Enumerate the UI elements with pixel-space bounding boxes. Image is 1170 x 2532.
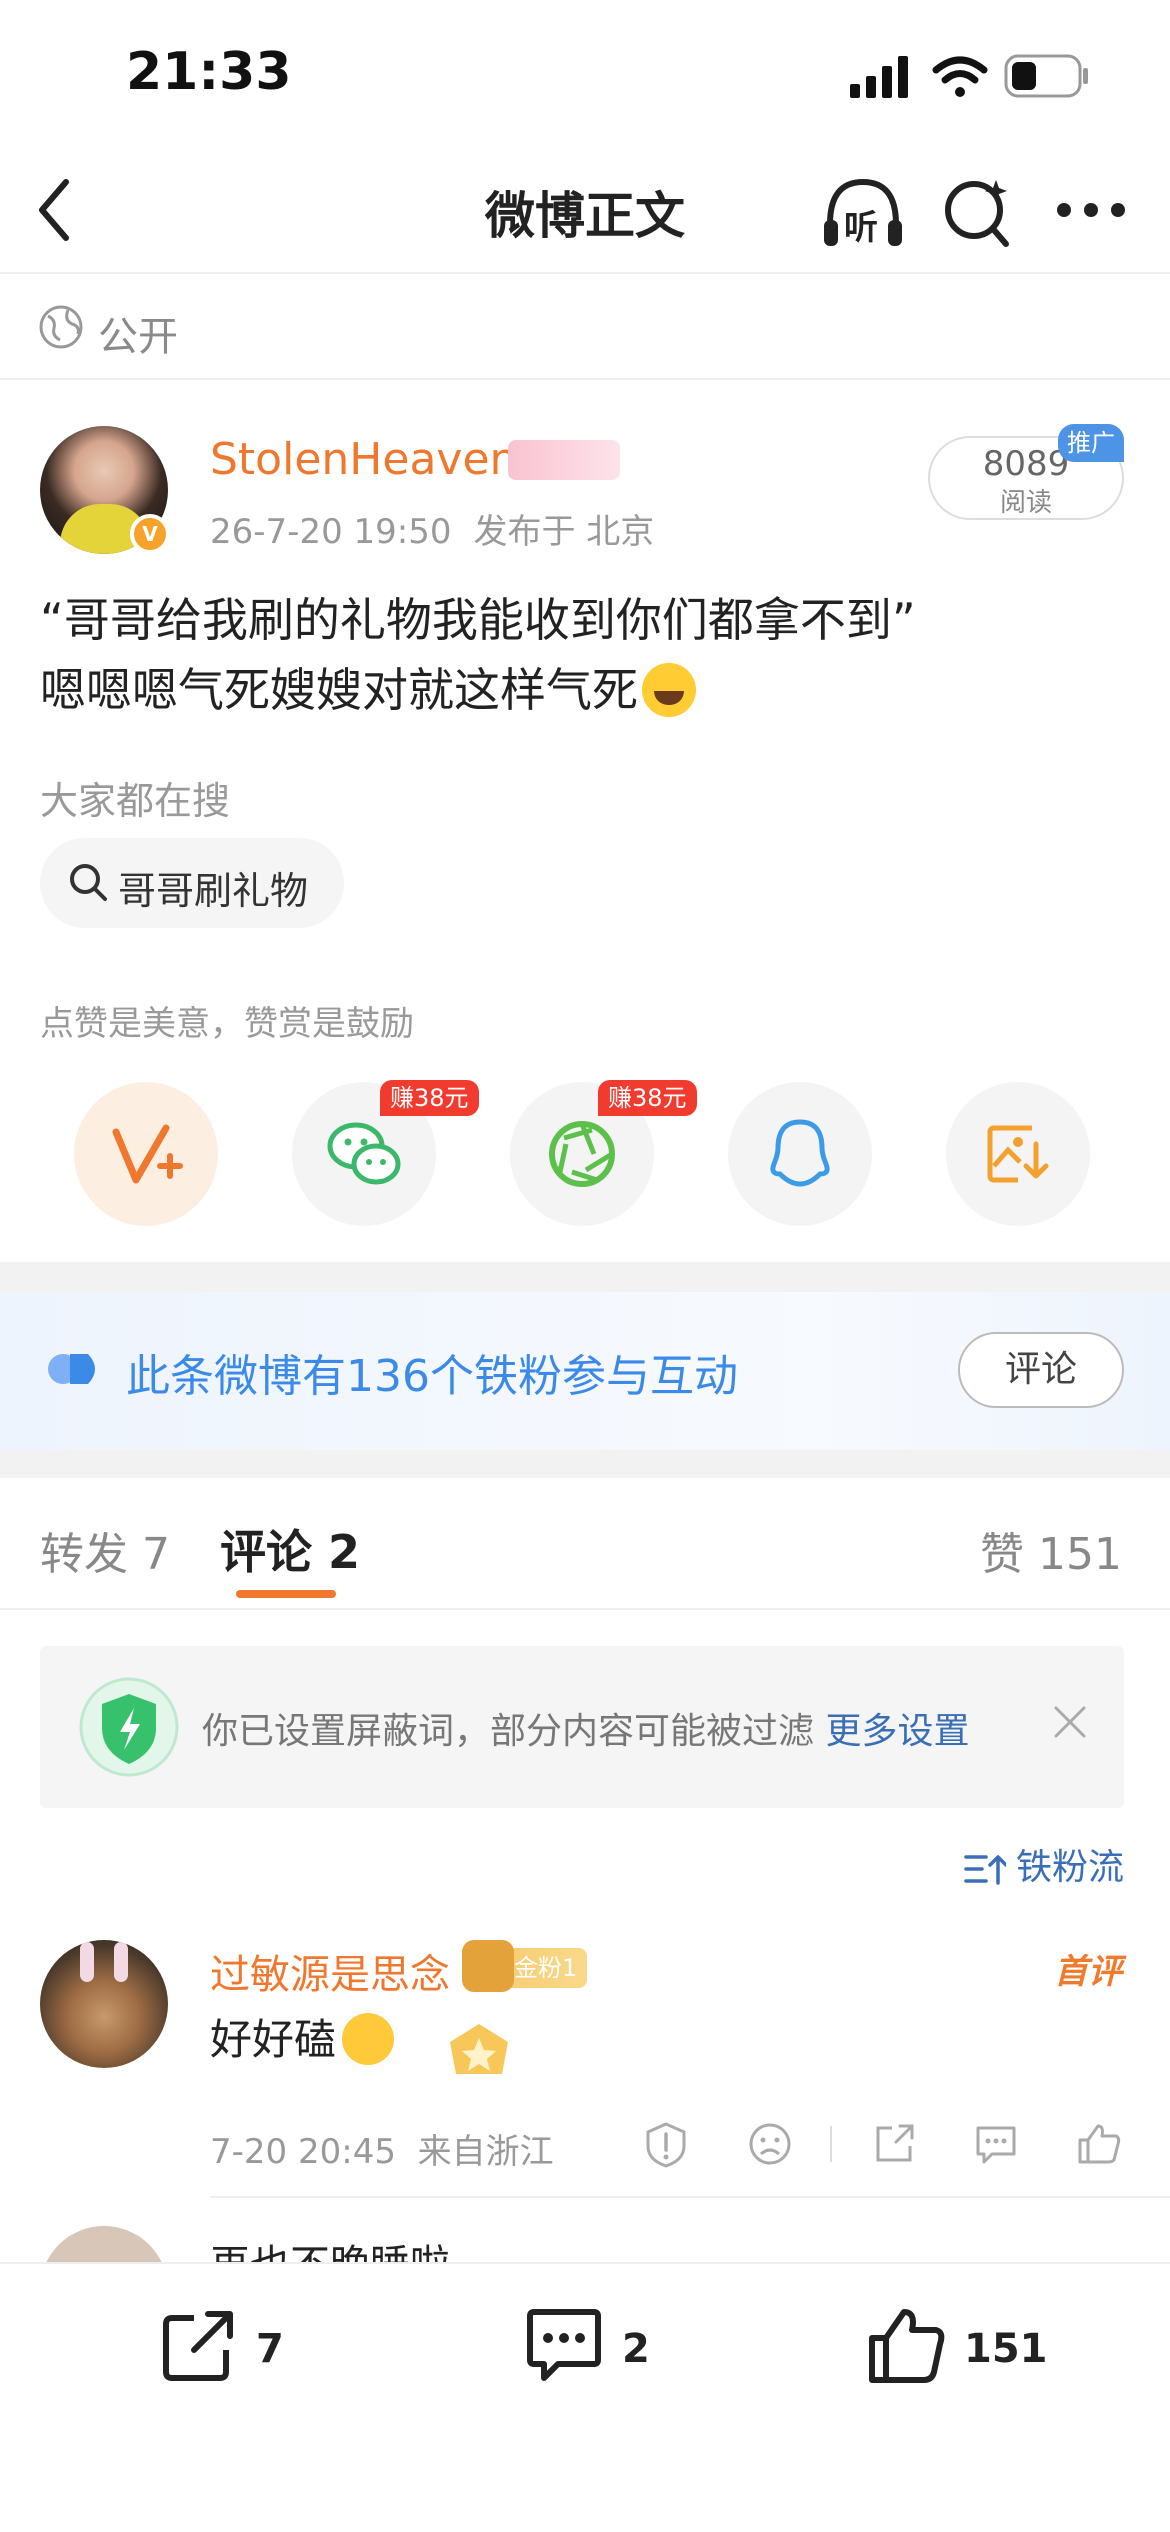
repost-count: 7 [256,2326,284,2372]
more-icon[interactable] [1056,202,1126,218]
filter-notice: 你已设置屏蔽词，部分内容可能被过滤 更多设置 [40,1646,1124,1808]
tab-repost[interactable]: 转发 7 [40,1518,170,1582]
thumbs-up-icon [869,2309,945,2383]
shy-emoji-icon [342,2012,395,2065]
share-qq-button[interactable] [728,1082,872,1226]
comment-count: 2 [622,2326,650,2372]
search-icon [70,864,107,901]
shield-icon [79,1677,179,1777]
sort-label: 铁粉流 [1015,1847,1124,1888]
visibility-row: 公开 [0,276,1170,380]
status-bar: 21:33 [0,0,1170,150]
post-text-line-2-text: 嗯嗯嗯气死嫂嫂对就这样气死 [40,663,638,717]
post-text-line-2: 嗯嗯嗯气死嫂嫂对就这样气死 [40,654,696,721]
fans-banner-text: 此条微博有136个铁粉参与互动 [126,1351,738,1402]
like-hint: 点赞是美意，赞赏是鼓励 [40,1004,414,1044]
comment-location: 来自浙江 [417,2132,554,2172]
moments-aperture-icon [549,1121,615,1187]
tab-comment[interactable]: 评论 2 [220,1516,360,1582]
like-icon[interactable] [1074,2120,1122,2168]
section-divider [0,1262,1170,1292]
comment-meta: 7-20 20:45 来自浙江 [210,2124,554,2173]
filter-notice-text: 你已设置屏蔽词，部分内容可能被过滤 更多设置 [202,1702,969,1754]
hot-search-chip[interactable]: 哥哥刷礼物 [40,838,344,928]
earn-tag-moments: 赚38元 [598,1080,697,1116]
dislike-face-icon[interactable] [746,2120,794,2168]
comment-button[interactable]: 2 [524,2306,674,2396]
like-count: 151 [964,2326,1048,2372]
sort-icon [964,1855,1006,1885]
fans-banner[interactable]: 此条微博有136个铁粉参与互动 评论 [0,1292,1170,1450]
comment-divider [210,2196,1170,2198]
wifi-icon [932,56,988,97]
status-time: 21:33 [126,42,292,102]
comment-time: 7-20 20:45 [210,2132,396,2172]
wechat-icon [327,1122,401,1185]
active-tab-indicator [236,1590,336,1598]
reward-button[interactable] [74,1082,218,1226]
comment-text-content: 好好磕 [210,2015,337,2064]
first-comment-tag: 首评 [1054,1952,1122,1992]
laugh-emoji-icon [642,662,696,717]
interaction-tabs: 转发 7 评论 2 赞 151 [0,1478,1170,1610]
share-icon[interactable] [870,2120,918,2168]
tab-like[interactable]: 赞 151 [980,1518,1122,1582]
battery-icon [1004,54,1088,98]
commenter-name[interactable]: 过敏源是思念 [210,1942,450,2000]
globe-icon [39,305,83,349]
listen-label: 听 [844,208,878,248]
report-icon[interactable] [642,2120,690,2168]
post-meta: 26-7-20 19:50 发布于 北京 [210,504,676,553]
hot-search-text: 哥哥刷礼物 [118,869,309,913]
post-text-line-1: “哥哥给我刷的礼物我能收到你们都拿不到” [40,593,916,647]
commenter-avatar[interactable] [40,1940,168,2068]
filter-notice-message: 你已设置屏蔽词，部分内容可能被过滤 [202,1711,815,1752]
sort-button[interactable]: 铁粉流 [964,1838,1124,1890]
read-label: 阅读 [999,488,1052,518]
more-settings-link[interactable]: 更多设置 [825,1711,969,1752]
close-icon[interactable] [1050,1702,1090,1742]
save-image-button[interactable] [946,1082,1090,1226]
post-location: 发布于 北京 [473,512,655,552]
section-divider [0,1450,1170,1478]
comment-icon [527,2309,601,2381]
fan-badge-icon [462,1940,514,1992]
bottom-action-bar: 7 2 151 [0,2262,1170,2532]
like-button[interactable]: 151 [866,2306,1048,2396]
earn-tag-wechat: 赚38元 [380,1080,479,1116]
save-image-icon [987,1125,1049,1183]
nav-bar: 微博正文 听 [0,150,1170,274]
search-sparkle-icon[interactable] [942,174,1014,250]
verified-badge-icon: V [130,514,170,554]
member-badge-icon [508,440,620,480]
banner-comment-button[interactable]: 评论 [958,1332,1124,1408]
search-hint: 大家都在搜 [40,779,231,823]
repost-button[interactable]: 7 [160,2306,310,2396]
author-name[interactable]: StolenHeaven [210,434,517,485]
reply-icon[interactable] [972,2120,1020,2168]
qq-penguin-icon [770,1119,830,1187]
gift-star-icon [450,2024,508,2074]
repost-icon [163,2311,233,2381]
visibility-label: 公开 [98,314,178,360]
action-divider [830,2126,832,2162]
comment-text: 好好磕 [210,2006,395,2069]
fans-icon [48,1354,95,1384]
post-date: 26-7-20 19:50 [210,512,452,552]
signal-icon [850,56,908,98]
v-plus-icon [112,1124,183,1184]
promo-tag[interactable]: 推广 [1058,424,1124,462]
listen-button[interactable]: 听 [820,172,906,256]
